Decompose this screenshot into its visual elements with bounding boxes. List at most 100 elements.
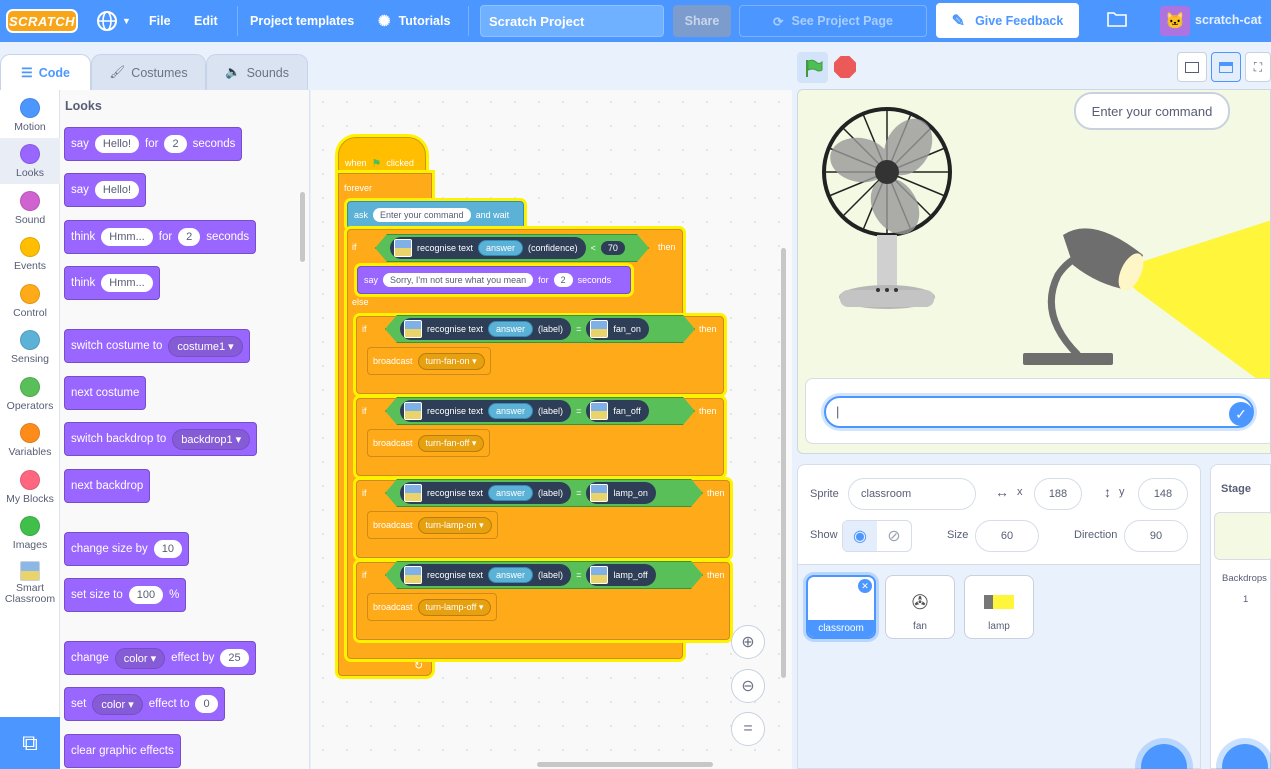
block-input[interactable]: 100 (128, 586, 164, 604)
category-control[interactable]: Control (0, 278, 60, 324)
seconds-input[interactable]: 2 (553, 273, 573, 287)
zoom-reset-button[interactable]: = (731, 712, 765, 746)
palette-block[interactable]: set color ▾ effect to 0 (64, 687, 225, 721)
stage-thumbnail[interactable] (1214, 512, 1271, 560)
category-sound[interactable]: Sound (0, 185, 60, 231)
give-feedback-button[interactable]: ✎ Give Feedback (936, 3, 1079, 38)
category-sensing[interactable]: Sensing (0, 324, 60, 370)
palette-block[interactable]: say Hello! for 2 seconds (64, 127, 243, 161)
tab-costumes[interactable]: 🖌 Costumes (91, 54, 206, 90)
equals-operator[interactable]: recognise text answer (label) = lamp_off (385, 561, 703, 589)
broadcast-block[interactable]: broadcast turn-fan-on ▾ (367, 347, 491, 375)
tab-sounds[interactable]: 🔈 Sounds (206, 54, 308, 90)
label-reporter-block[interactable]: lamp_on (586, 482, 656, 504)
size-input[interactable]: 60 (975, 520, 1039, 552)
block-input[interactable]: 0 (195, 695, 218, 713)
block-input[interactable]: Hmm... (101, 228, 153, 246)
palette-block[interactable]: set size to 100% (64, 578, 187, 612)
when-flag-clicked-block[interactable]: when ⚑ clicked (338, 137, 426, 173)
project-title-input[interactable]: Scratch Project (480, 5, 664, 37)
zoom-in-button[interactable]: ⊕ (731, 625, 765, 659)
broadcast-message-dropdown[interactable]: turn-lamp-on ▾ (417, 516, 492, 534)
palette-block[interactable]: next backdrop (64, 469, 151, 503)
stop-button[interactable] (834, 56, 856, 78)
answer-reporter[interactable]: answer (478, 240, 523, 256)
small-stage-button[interactable] (1177, 52, 1207, 82)
category-looks[interactable]: Looks (0, 138, 60, 184)
answer-reporter[interactable]: answer (488, 403, 533, 419)
recognise-text-block[interactable]: recognise text answer (label) (400, 400, 571, 422)
equals-operator[interactable]: recognise text answer (label) = lamp_on (385, 479, 703, 507)
broadcast-block[interactable]: broadcast turn-lamp-off ▾ (367, 593, 498, 621)
palette-scrollbar[interactable] (300, 192, 305, 262)
broadcast-message-dropdown[interactable]: turn-fan-on ▾ (417, 352, 485, 370)
block-input[interactable]: 2 (178, 228, 201, 246)
menu-tutorials[interactable]: ✺ Tutorials (378, 12, 450, 30)
x-position-input[interactable]: 188 (1034, 478, 1082, 510)
palette-block[interactable]: clear graphic effects (64, 734, 181, 768)
broadcast-message-dropdown[interactable]: turn-lamp-off ▾ (417, 598, 492, 616)
label-reporter-block[interactable]: fan_on (586, 318, 649, 340)
sprite-name-input[interactable]: classroom (848, 478, 976, 510)
fullscreen-button[interactable]: ⛶ (1245, 52, 1271, 82)
category-smart-classroom[interactable]: Smart Classroom (0, 558, 60, 612)
palette-block[interactable]: switch backdrop to backdrop1 ▾ (64, 422, 258, 456)
less-than-operator[interactable]: recognise text answer (confidence) < 70 (375, 234, 649, 262)
broadcast-message-dropdown[interactable]: turn-fan-off ▾ (417, 434, 485, 452)
answer-reporter[interactable]: answer (488, 485, 533, 501)
menu-edit[interactable]: Edit (194, 12, 218, 30)
menu-project-templates[interactable]: Project templates (250, 12, 354, 30)
category-images[interactable]: Images (0, 510, 60, 556)
submit-answer-button[interactable]: ✓ (1229, 402, 1253, 426)
large-stage-button[interactable] (1211, 52, 1241, 82)
block-input[interactable]: 10 (153, 540, 182, 558)
category-operators[interactable]: Operators (0, 371, 60, 417)
label-reporter-block[interactable]: lamp_off (586, 564, 655, 586)
answer-input[interactable]: | ✓ (824, 396, 1254, 428)
sprite-thumb-lamp[interactable]: lamp (964, 575, 1034, 639)
sprite-thumb-classroom[interactable]: ✕ classroom (806, 575, 876, 639)
answer-reporter[interactable]: answer (488, 321, 533, 337)
direction-input[interactable]: 90 (1124, 520, 1188, 552)
category-motion[interactable]: Motion (0, 92, 60, 138)
stage[interactable]: Enter your command | ✓ (797, 89, 1271, 454)
zoom-out-button[interactable]: ⊖ (731, 669, 765, 703)
category-events[interactable]: Events (0, 231, 60, 277)
say-text-input[interactable]: Sorry, I'm not sure what you mean (383, 273, 534, 287)
broadcast-block[interactable]: broadcast turn-fan-off ▾ (367, 429, 491, 457)
ask-and-wait-block[interactable]: ask Enter your command and wait (347, 201, 524, 229)
palette-block[interactable]: think Hmm... (64, 266, 160, 300)
palette-block[interactable]: switch costume to costume1 ▾ (64, 329, 250, 363)
my-stuff-button[interactable] (1106, 10, 1128, 28)
broadcast-block[interactable]: broadcast turn-lamp-on ▾ (367, 511, 498, 539)
share-button[interactable]: Share (673, 5, 731, 37)
language-menu[interactable]: ▼ (96, 10, 131, 32)
category-variables[interactable]: Variables (0, 417, 60, 463)
sprite-thumb-fan[interactable]: ✇ fan (885, 575, 955, 639)
recognise-text-block[interactable]: recognise text answer (label) (400, 318, 571, 340)
palette-block[interactable]: think Hmm... for 2 seconds (64, 220, 257, 254)
block-dropdown[interactable]: color ▾ (92, 693, 143, 715)
answer-reporter[interactable]: answer (488, 567, 533, 583)
threshold-input[interactable]: 70 (601, 241, 625, 255)
block-input[interactable]: Hello! (94, 135, 140, 153)
palette-block[interactable]: say Hello! (64, 173, 147, 207)
palette-block[interactable]: change size by 10 (64, 532, 189, 566)
recognise-text-block[interactable]: recognise text answer (confidence) (390, 237, 586, 259)
label-reporter-block[interactable]: fan_off (586, 400, 648, 422)
category-my-blocks[interactable]: My Blocks (0, 464, 60, 510)
ask-text-input[interactable]: Enter your command (373, 208, 471, 222)
tab-code[interactable]: ☰ Code (0, 54, 91, 90)
equals-operator[interactable]: recognise text answer (label) = fan_off (385, 397, 695, 425)
script-horizontal-scrollbar[interactable] (537, 762, 713, 767)
block-dropdown[interactable]: costume1 ▾ (168, 335, 243, 357)
username[interactable]: scratch-cat (1195, 13, 1262, 27)
see-project-page-button[interactable]: ⟳ See Project Page (739, 5, 927, 37)
menu-file[interactable]: File (149, 12, 171, 30)
block-input[interactable]: 25 (220, 649, 249, 667)
show-hidden-button[interactable]: ⊘ (877, 521, 911, 551)
palette-block[interactable]: change color ▾ effect by 25 (64, 641, 256, 675)
avatar[interactable]: 🐱 (1160, 6, 1190, 36)
show-visible-button[interactable]: ◉ (843, 521, 877, 551)
recognise-text-block[interactable]: recognise text answer (label) (400, 482, 571, 504)
